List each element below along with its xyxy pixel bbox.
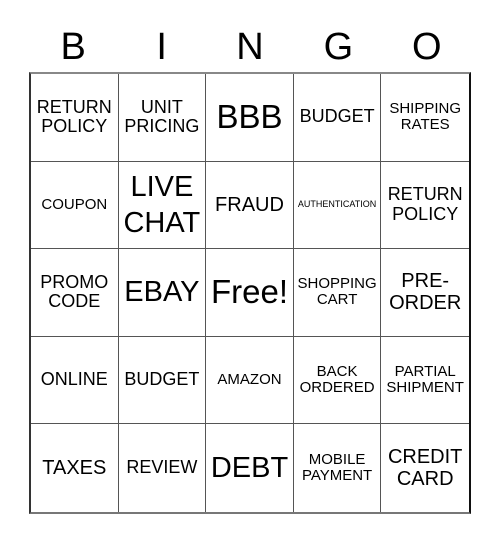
bingo-cell[interactable]: LIVE CHAT [118, 161, 207, 250]
bingo-cell[interactable]: FRAUD [206, 161, 294, 250]
header-letter-n: N [236, 26, 264, 68]
bingo-cell[interactable]: UNIT PRICING [118, 74, 207, 162]
bingo-cell[interactable]: PARTIAL SHIPMENT [381, 337, 469, 425]
bingo-cell[interactable]: RETURN POLICY [31, 74, 119, 162]
bingo-cell[interactable]: BBB [206, 74, 294, 162]
bingo-cell[interactable]: AMAZON [206, 336, 294, 425]
bingo-cell[interactable]: PRE-ORDER [381, 249, 469, 337]
bingo-cell[interactable]: BACK ORDERED [293, 336, 382, 425]
bingo-cell[interactable]: RETURN POLICY [381, 162, 469, 250]
bingo-cell[interactable]: COUPON [31, 161, 119, 250]
bingo-cell[interactable]: TAXES [31, 424, 119, 512]
bingo-cell[interactable]: ONLINE [31, 336, 119, 425]
bingo-cell[interactable]: MOBILE PAYMENT [294, 424, 382, 512]
bingo-cell[interactable]: BUDGET [118, 336, 207, 425]
header-letter-i: I [156, 26, 167, 68]
bingo-cell[interactable]: PROMO CODE [31, 249, 119, 337]
bingo-cell[interactable]: EBAY [118, 249, 207, 337]
bingo-cell[interactable]: SHOPPING CART [293, 249, 382, 337]
bingo-cell[interactable]: AUTHENTICATION [293, 161, 382, 250]
bingo-cell[interactable]: CREDIT CARD [381, 424, 469, 512]
header-letter-g: G [323, 26, 354, 68]
bingo-cell[interactable]: SHIPPING RATES [381, 74, 469, 162]
bingo-cell[interactable]: BUDGET [293, 74, 382, 162]
header-letter-o: O [412, 26, 442, 68]
bingo-cell[interactable]: REVIEW [119, 424, 207, 512]
bingo-grid: RETURN POLICY UNIT PRICING BBB BUDGET SHIPPI… [29, 72, 471, 514]
bingo-cell[interactable]: DEBT [206, 424, 294, 512]
header-letter-b: B [60, 26, 86, 68]
bingo-header: B I N G O [29, 22, 471, 72]
bingo-cell[interactable]: Free! [206, 249, 294, 337]
